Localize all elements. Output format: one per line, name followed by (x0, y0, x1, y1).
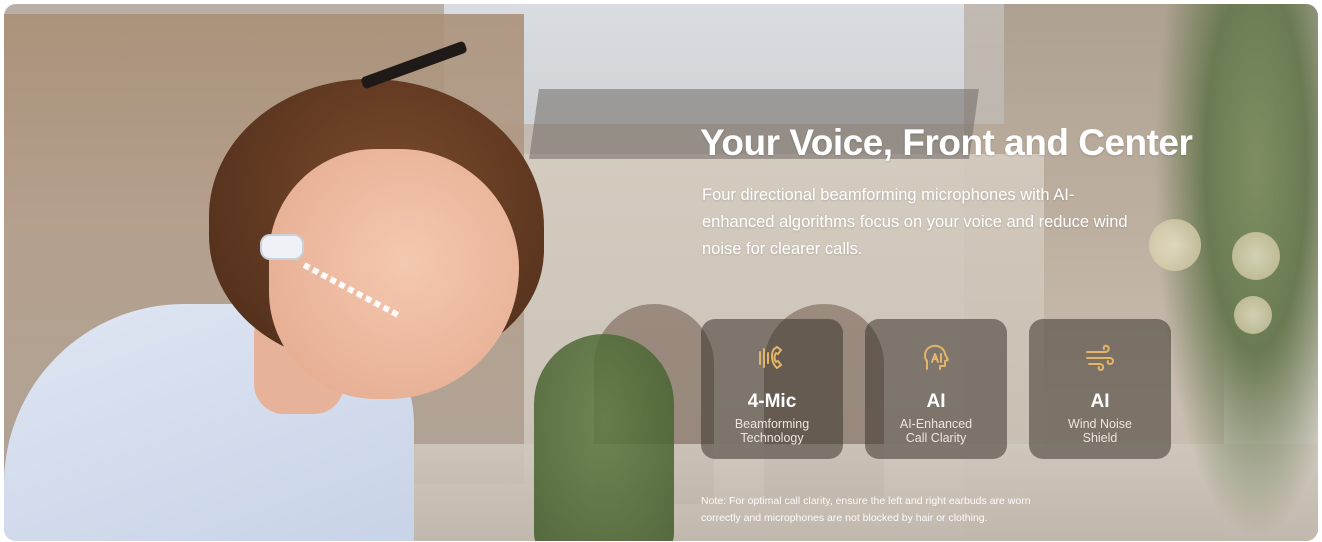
feature-subtitle: AI-Enhanced Call Clarity (899, 417, 973, 445)
feature-card-ai-clarity: AI AI-Enhanced Call Clarity (865, 319, 1007, 459)
street-lamp (1149, 219, 1201, 271)
feature-title: 4-Mic (747, 391, 797, 412)
feature-card-mic: 4-Mic Beamforming Technology (701, 319, 843, 459)
headline: Your Voice, Front and Center (700, 122, 1193, 163)
wind-icon (1086, 344, 1114, 372)
description: Four directional beamforming microphones… (702, 186, 1128, 258)
background-foliage (1154, 4, 1318, 541)
feature-title: AI (926, 391, 946, 412)
feature-subtitle: Wind Noise Shield (1068, 417, 1132, 445)
microphone-beam-icon (759, 345, 783, 370)
street-lamp (1234, 296, 1272, 334)
feature-cards: 4-Mic Beamforming Technology AI AI-Enhan… (701, 319, 1171, 459)
feature-title: AI (1090, 391, 1110, 412)
disclaimer-note: Note: For optimal call clarity, ensure t… (701, 495, 1031, 524)
ai-head-icon (924, 344, 949, 370)
feature-subtitle: Beamforming Technology (734, 417, 810, 445)
hero-banner: Your Voice, Front and Center Four direct… (4, 4, 1318, 541)
feature-card-wind: AI Wind Noise Shield (1029, 319, 1171, 459)
background-bush (534, 334, 674, 541)
street-lamp (1232, 232, 1280, 280)
earbud (262, 236, 302, 258)
